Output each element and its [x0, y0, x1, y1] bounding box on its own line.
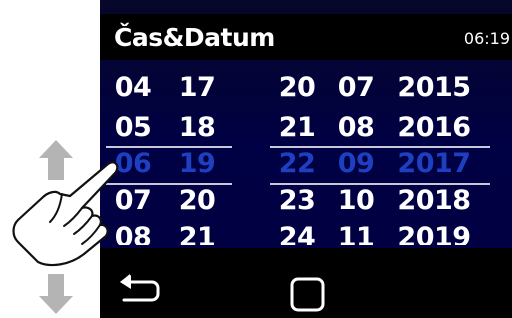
hour-picker[interactable]: 20 21 22 23 24: [274, 73, 320, 245]
picker-cell-selected: 09: [337, 148, 375, 179]
selection-line-top-left: [106, 146, 232, 148]
picker-cell: 21: [278, 112, 316, 143]
picker-cell: 05: [114, 112, 152, 143]
picker-cell: 18: [178, 112, 216, 143]
back-arrow-icon[interactable]: [118, 274, 162, 304]
header-bar: Čas&Datum 06:19: [100, 14, 512, 60]
picker-cell: 20: [178, 185, 216, 216]
minute-picker[interactable]: 07 08 09 10 11: [333, 73, 379, 245]
picker-cell-selected: 19: [178, 148, 216, 179]
picker-cell: 10: [337, 185, 375, 216]
clock-time: 06:19: [463, 29, 510, 48]
picker-cell: 2016: [397, 112, 471, 143]
picker-cell: 07: [337, 73, 375, 103]
picker-cell-selected: 2017: [397, 148, 471, 179]
picker-cell-selected: 22: [278, 148, 316, 179]
picker-cell: 17: [178, 73, 216, 103]
selection-line-bottom-left: [106, 183, 232, 185]
picker-cell: 04: [114, 73, 152, 103]
footer-bar: [100, 248, 512, 318]
square-home-icon[interactable]: [290, 277, 326, 313]
page-title: Čas&Datum: [114, 23, 275, 52]
selection-line-bottom-right: [270, 183, 490, 185]
picker-cell: 23: [278, 185, 316, 216]
picker-cell: 21: [178, 222, 216, 246]
picker-cell: 20: [278, 73, 316, 103]
selection-line-top-right: [270, 146, 490, 148]
picker-cell: 2018: [397, 185, 471, 216]
down-arrow-icon[interactable]: [38, 272, 74, 316]
hand-pointer-icon: [12, 161, 119, 267]
picker-cell: 11: [337, 222, 375, 246]
picker-cell: 24: [278, 222, 316, 246]
picker-cell: 08: [337, 112, 375, 143]
picker-cell: 2015: [397, 73, 471, 103]
year-picker[interactable]: 2015 2016 2017 2018 2019: [392, 73, 476, 245]
month-picker[interactable]: 17 18 19 20 21: [174, 73, 220, 245]
device-screen: Čas&Datum 06:19 04 05 06 07 08 17 18 19 …: [100, 0, 512, 318]
picker-cell: 2019: [397, 222, 471, 246]
